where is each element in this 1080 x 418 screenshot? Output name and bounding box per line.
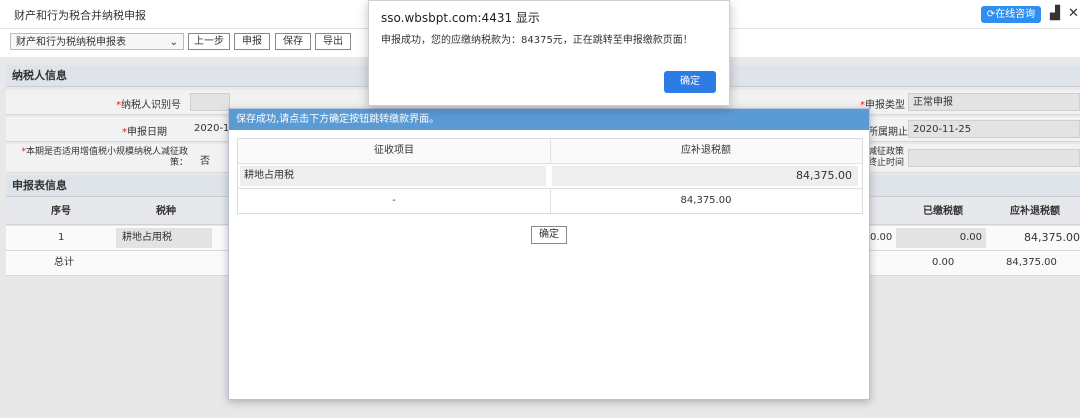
form-select[interactable]: 财产和行为税纳税申报表 ⌄ xyxy=(10,33,184,50)
row-due: 84,375.00 xyxy=(1024,231,1080,244)
small-scale-value[interactable]: 否 xyxy=(200,152,210,167)
modal-table: 征收项目 应补退税额 耕地占用税 84,375.00 - 84,375.00 xyxy=(237,138,863,214)
declare-type-field[interactable]: 正常申报 xyxy=(908,93,1080,111)
modal-row-amount: 84,375.00 xyxy=(552,166,858,186)
chevron-down-icon: ⌄ xyxy=(169,37,178,48)
table-row: - 84,375.00 xyxy=(238,189,862,213)
modal-row-item: 耕地占用税 xyxy=(240,166,546,186)
declare-date-label: *申报日期 xyxy=(122,127,167,138)
small-scale-label: *本期是否适用增值税小规模纳税人减征政策： xyxy=(21,147,188,168)
online-consult-label: 在线咨询 xyxy=(995,9,1036,20)
save-button[interactable]: 保存 xyxy=(275,33,311,50)
row-tax-type: 耕地占用税 xyxy=(116,228,212,248)
refresh-icon: ⟳ xyxy=(986,9,996,20)
modal-col-item: 征收项目 xyxy=(238,139,551,163)
modal-row-amount: 84,375.00 xyxy=(680,195,732,206)
total-label: 总计 xyxy=(54,257,74,268)
row-paid-left: 0.00 xyxy=(870,232,893,243)
modal-row-item: - xyxy=(238,189,551,213)
alert-origin: sso.wbsbpt.com:4431 显示 xyxy=(381,11,540,25)
col-due: 应补退税额 xyxy=(1010,206,1060,217)
browser-alert: sso.wbsbpt.com:4431 显示 申报成功，您的应缴纳税款为：843… xyxy=(368,0,730,106)
alert-ok-button[interactable]: 确定 xyxy=(664,71,716,93)
page-title: 财产和行为税合并纳税申报 xyxy=(14,9,146,22)
col-paid: 已缴税额 xyxy=(923,206,963,217)
taxpayer-id-field[interactable] xyxy=(190,93,230,111)
alert-message: 申报成功，您的应缴纳税款为：84375元，正在跳转至申报缴款页面！ xyxy=(381,35,693,46)
online-consult-button[interactable]: ⟳在线咨询 xyxy=(981,6,1041,23)
col-tax-type: 税种 xyxy=(156,206,176,217)
declare-button[interactable]: 申报 xyxy=(234,33,270,50)
period-end-label: 所属期止 xyxy=(868,127,908,138)
row-paid[interactable]: 0.00 xyxy=(896,228,986,248)
modal-table-header: 征收项目 应补退税额 xyxy=(238,139,862,164)
modal-confirm-button[interactable]: 确定 xyxy=(531,226,567,244)
policy-end-field[interactable] xyxy=(908,149,1080,167)
modal-header: 保存成功,请点击下方确定按钮跳转缴款界面。 xyxy=(229,109,869,130)
form-select-value: 财产和行为税纳税申报表 xyxy=(16,37,126,48)
col-index: 序号 xyxy=(51,206,71,217)
close-icon[interactable]: ✕ xyxy=(1068,6,1079,21)
payment-modal: 保存成功,请点击下方确定按钮跳转缴款界面。 征收项目 应补退税额 耕地占用税 8… xyxy=(228,108,870,400)
taxpayer-id-label: *纳税人识别号 xyxy=(116,100,181,111)
window-icon[interactable]: ▟ xyxy=(1050,6,1060,21)
export-button[interactable]: 导出 xyxy=(315,33,351,50)
table-row: 耕地占用税 84,375.00 xyxy=(238,164,862,189)
row-index: 1 xyxy=(58,232,65,243)
policy-end-label: 减征政策终止时间 xyxy=(868,147,905,168)
period-end-field[interactable]: 2020-11-25 xyxy=(908,120,1080,138)
modal-col-amount: 应补退税额 xyxy=(681,145,731,156)
declare-date-value: 2020-1 xyxy=(194,123,230,134)
total-due: 84,375.00 xyxy=(1006,257,1057,268)
total-paid: 0.00 xyxy=(932,257,955,268)
prev-step-button[interactable]: 上一步 xyxy=(188,33,230,50)
